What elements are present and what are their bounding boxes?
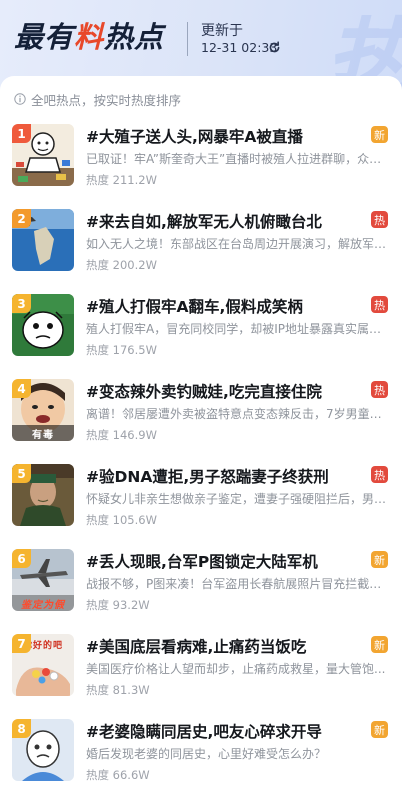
item-thumbnail: 2 <box>12 209 74 271</box>
new-badge: 新 <box>371 551 388 568</box>
item-title[interactable]: #变态辣外卖钓贼娃,吃完直接住院 <box>86 380 366 402</box>
item-title[interactable]: #验DNA遭拒,男子怒踹妻子终获刑 <box>86 465 366 487</box>
item-thumbnail: 鉴定为假 6 <box>12 549 74 611</box>
hot-badge: 热 <box>371 211 388 228</box>
hot-item[interactable]: 鉴定为假 6 #丢人现眼,台军P图锁定大陆军机 战报不够，P图来凑！台军盗用长春… <box>0 549 402 633</box>
item-title[interactable]: #丢人现眼,台军P图锁定大陆军机 <box>86 550 366 572</box>
thumbnail-caption: 有毒 <box>12 425 74 441</box>
item-thumbnail: 你好的吧 7 <box>12 634 74 696</box>
item-thumbnail: 1 <box>12 124 74 186</box>
rank-badge: 5 <box>12 464 31 483</box>
rank-badge: 6 <box>12 549 31 568</box>
hot-badge: 热 <box>371 466 388 483</box>
rank-badge: 3 <box>12 294 31 313</box>
info-icon <box>14 93 26 105</box>
brand-title: 最有料热点 <box>14 20 165 54</box>
hot-badge: 热 <box>371 296 388 313</box>
item-title[interactable]: #来去自如,解放军无人机俯瞰台北 <box>86 210 366 232</box>
rank-badge: 7 <box>12 634 31 653</box>
hot-item[interactable]: 3 #殖人打假牢A翻车,假料成笑柄 殖人打假牢A，冒充同校同学，却被IP地址暴露… <box>0 294 402 378</box>
refresh-icon[interactable] <box>268 41 281 54</box>
updated-label: 更新于 <box>201 23 243 39</box>
hot-item[interactable]: 你好的吧 7 #美国底层看病难,止痛药当饭吃 美国医疗价格让人望而却步，止痛药成… <box>0 634 402 718</box>
hot-item[interactable]: 5 #验DNA遭拒,男子怒踹妻子终获刑 怀疑女儿非亲生想做亲子鉴定，遭妻子强硬阻… <box>0 464 402 548</box>
item-thumbnail: 8 <box>12 719 74 781</box>
item-heat: 热度 93.2W <box>86 598 150 612</box>
item-description: 怀疑女儿非亲生想做亲子鉴定，遭妻子强硬阻拦后，男子... <box>86 492 388 506</box>
hot-item[interactable]: 有毒 4 #变态辣外卖钓贼娃,吃完直接住院 离谱！邻居屡遭外卖被盗特意点变态辣反… <box>0 379 402 463</box>
item-heat: 热度 105.6W <box>86 513 157 527</box>
new-badge: 新 <box>371 126 388 143</box>
hot-item[interactable]: 2 #来去自如,解放军无人机俯瞰台北 如入无人之境！东部战区在台岛周边开展演习，… <box>0 209 402 293</box>
item-title[interactable]: #大殖子送人头,网暴牢A被直播 <box>86 125 366 147</box>
subheading-text: 全吧热点，按实时热度排序 <box>31 92 182 108</box>
item-title[interactable]: #老婆隐瞒同居史,吧友心碎求开导 <box>86 720 366 742</box>
item-description: 美国医疗价格让人望而却步，止痛药成救星，量大管饱... <box>86 662 386 676</box>
rank-badge: 2 <box>12 209 31 228</box>
rank-badge: 4 <box>12 379 31 398</box>
hot-badge: 热 <box>371 381 388 398</box>
list-subheading: 全吧热点，按实时热度排序 <box>14 91 182 108</box>
item-description: 战报不够，P图来凑！台军盗用长春航展照片冒充拦截战... <box>86 577 388 591</box>
header-divider <box>187 22 188 56</box>
item-description: 离谱！邻居屡遭外卖被盗特意点变态辣反击，7岁男童偷吃... <box>86 407 388 421</box>
item-heat: 热度 211.2W <box>86 173 157 187</box>
rank-badge: 8 <box>12 719 31 738</box>
hot-item[interactable]: 1 #大殖子送人头,网暴牢A被直播 已取证！牢A”斯奎奇大王”直播时被殖人拉进群… <box>0 124 402 208</box>
item-heat: 热度 81.3W <box>86 683 150 697</box>
hot-list-card: 全吧热点，按实时热度排序 1 #大殖子送人头,网暴牢A被直播 已取证！牢A”斯奎… <box>0 76 402 800</box>
item-description: 殖人打假牢A，冒充同校同学，却被IP地址暴露真实属性... <box>86 322 388 336</box>
item-thumbnail: 有毒 4 <box>12 379 74 441</box>
new-badge: 新 <box>371 721 388 738</box>
item-thumbnail: 5 <box>12 464 74 526</box>
item-description: 婚后发现老婆的同居史，心里好难受怎么办？ <box>86 747 327 761</box>
hot-item[interactable]: 8 #老婆隐瞒同居史,吧友心碎求开导 婚后发现老婆的同居史，心里好难受怎么办？ … <box>0 719 402 800</box>
item-thumbnail: 3 <box>12 294 74 356</box>
item-heat: 热度 200.2W <box>86 258 157 272</box>
rank-badge: 1 <box>12 124 31 143</box>
thumbnail-caption: 鉴定为假 <box>12 595 74 611</box>
item-description: 已取证！牢A”斯奎奇大王”直播时被殖人拉进群聊，众目睽睽之下... <box>86 152 388 166</box>
item-heat: 热度 66.6W <box>86 768 150 782</box>
item-title[interactable]: #美国底层看病难,止痛药当饭吃 <box>86 635 366 657</box>
updated-time: 12-31 02:33 <box>201 40 278 55</box>
new-badge: 新 <box>371 636 388 653</box>
item-title[interactable]: #殖人打假牢A翻车,假料成笑柄 <box>86 295 366 317</box>
item-heat: 热度 146.9W <box>86 428 157 442</box>
item-heat: 热度 176.5W <box>86 343 157 357</box>
item-description: 如入无人之境！东部战区在台岛周边开展演习，解放军无人机俯瞰... <box>86 237 388 251</box>
